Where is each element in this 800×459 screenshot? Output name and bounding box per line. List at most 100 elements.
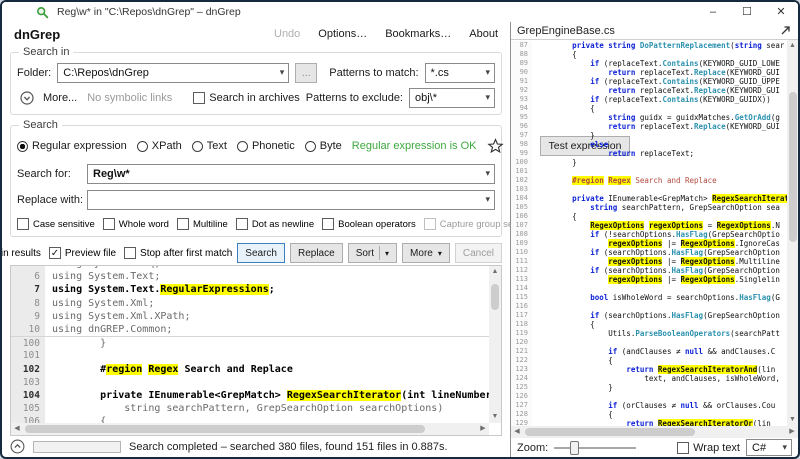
replace-with-combo[interactable]: ▾	[87, 190, 495, 210]
folder-combo[interactable]: C:\Repos\dnGrep▾	[57, 63, 289, 83]
scroll-down-icon[interactable]: ▼	[787, 414, 799, 426]
code-line: 123 return RegexSearchIteratorAnd(lin	[511, 365, 787, 374]
slider-thumb[interactable]	[570, 441, 579, 455]
scroll-left-icon[interactable]: ◀	[11, 423, 23, 435]
search-type-radio[interactable]: Byte	[305, 140, 342, 152]
status-text: Search completed – searched 380 files, f…	[129, 441, 448, 453]
code-line[interactable]: 101	[11, 349, 489, 362]
search-flag-checkbox[interactable]: Case sensitive	[17, 218, 95, 230]
search-flag-checkbox[interactable]: Multiline	[177, 218, 228, 230]
line-number: 109	[511, 239, 532, 248]
code-line[interactable]: 7using System.Text.RegularExpressions;	[11, 283, 489, 296]
code-line: 93 if (replaceText.Contains(KEYWORD_GUID…	[511, 95, 787, 104]
code-line[interactable]: 103	[11, 376, 489, 389]
code-line: 95 string guidx = guidxMatches.GetOrAdd(…	[511, 113, 787, 122]
line-number: 98	[511, 140, 532, 149]
actions-row: Search in results ✓Preview file Stop after…	[2, 241, 510, 265]
more-actions-button[interactable]: More▾	[402, 243, 450, 263]
expand-status-icon[interactable]	[10, 439, 25, 454]
more-label[interactable]: More...	[43, 92, 77, 104]
favorite-star-icon[interactable]	[487, 136, 504, 156]
code-line[interactable]: 104 private IEnumerable<GrepMatch> Regex…	[11, 389, 489, 402]
code-line[interactable]: 106 {	[11, 415, 489, 423]
code-line: 129 return RegexSearchIteratorOr(lin	[511, 419, 787, 426]
code-line: 97 }	[511, 131, 787, 140]
scrollbar-thumb[interactable]	[491, 284, 499, 310]
line-number: 101	[11, 349, 45, 362]
search-for-combo[interactable]: Reg\w*▾	[87, 164, 495, 184]
search-in-archives-checkbox[interactable]: Search in archives	[193, 92, 300, 104]
search-button[interactable]: Search	[237, 243, 285, 263]
line-number: 108	[511, 230, 532, 239]
scroll-left-icon[interactable]: ◀	[511, 426, 523, 438]
action-toggle-checkbox[interactable]: Stop after first match	[124, 247, 232, 259]
close-button[interactable]: ✕	[764, 2, 798, 22]
code-line: 88 {	[511, 50, 787, 59]
search-type-radio[interactable]: Phonetic	[237, 140, 295, 152]
line-number: 123	[511, 365, 532, 374]
radio-icon	[305, 141, 316, 152]
code-line: 114	[511, 284, 787, 293]
scroll-down-icon[interactable]: ▼	[489, 411, 501, 423]
code-line: 109 regexOptions |= RegexOptions.IgnoreC…	[511, 239, 787, 248]
code-line[interactable]: 105 string searchPattern, GrepSearchOpti…	[11, 402, 489, 415]
search-panel: dnGrep Undo Options… Bookmarks… About Se…	[2, 22, 510, 457]
scrollbar-thumb[interactable]	[525, 428, 695, 436]
replace-button[interactable]: Replace	[290, 243, 343, 263]
scroll-right-icon[interactable]: ▶	[786, 426, 798, 438]
zoom-slider[interactable]	[554, 441, 636, 455]
search-flag-checkbox[interactable]: Boolean operators	[322, 218, 416, 230]
wrap-text-checkbox[interactable]: Wrap text	[677, 442, 740, 454]
preview-vertical-scrollbar[interactable]: ▲ ▼	[787, 40, 798, 426]
code-line: 87 private string DoPatternReplacement(s…	[511, 41, 787, 50]
maximize-button[interactable]: ☐	[730, 2, 764, 22]
search-flag-checkbox[interactable]: Whole word	[103, 218, 169, 230]
sort-button[interactable]: Sort▾	[348, 243, 397, 263]
browse-folder-button[interactable]: ...	[295, 63, 317, 83]
patterns-exclude-combo[interactable]: obj\*▾	[409, 88, 495, 108]
search-type-radio[interactable]: Regular expression	[17, 140, 127, 152]
minimize-button[interactable]: –	[696, 2, 730, 22]
results-view: 5using System.Linq;6using System.Text;7u…	[10, 265, 502, 436]
line-number: 91	[511, 77, 532, 86]
menu-about[interactable]: About	[469, 28, 498, 40]
radio-icon	[192, 141, 203, 152]
code-line[interactable]: 10using dnGREP.Common;	[11, 323, 489, 336]
search-type-radio[interactable]: XPath	[137, 140, 182, 152]
menu-bookmarks[interactable]: Bookmarks…	[385, 28, 451, 40]
preview-horizontal-scrollbar[interactable]: ◀ ▶	[511, 426, 798, 438]
results-vertical-scrollbar[interactable]: ▲ ▼	[489, 266, 501, 423]
line-number: 95	[511, 113, 532, 122]
preview-code-body: 87 private string DoPatternReplacement(s…	[511, 41, 787, 426]
chevron-down-icon: ▾	[485, 92, 490, 103]
popout-window-icon[interactable]	[779, 24, 792, 37]
scroll-right-icon[interactable]: ▶	[477, 423, 489, 435]
scrollbar-thumb[interactable]	[25, 425, 425, 433]
search-type-radio[interactable]: Text	[192, 140, 227, 152]
menu-options[interactable]: Options…	[318, 28, 367, 40]
more-expander-icon[interactable]	[17, 88, 37, 108]
preview-file-name: GrepEngineBase.cs	[517, 25, 615, 37]
line-number: 100	[11, 337, 45, 349]
code-line[interactable]: 8using System.Xml;	[11, 297, 489, 310]
code-line[interactable]: 100 }	[11, 336, 489, 349]
code-line: 119 Utils.ParseBooleanOperators(searchPa…	[511, 329, 787, 338]
preview-bottom-bar: Zoom: Wrap text C#▾	[511, 438, 798, 457]
code-line: 107 RegexOptions regexOptions = RegexOpt…	[511, 221, 787, 230]
action-toggle-checkbox[interactable]: ✓Preview file	[49, 247, 116, 259]
scrollbar-thumb[interactable]	[789, 92, 797, 242]
code-line[interactable]: 6using System.Text;	[11, 270, 489, 283]
checkbox-icon	[424, 218, 436, 230]
code-line[interactable]: 9using System.Xml.XPath;	[11, 310, 489, 323]
line-number: 128	[511, 410, 532, 419]
line-number: 99	[511, 149, 532, 158]
scroll-up-icon[interactable]: ▲	[489, 266, 501, 278]
scroll-up-icon[interactable]: ▲	[787, 40, 799, 52]
patterns-match-combo[interactable]: *.cs▾	[425, 63, 495, 83]
code-line[interactable]: 102 #region Regex Search and Replace	[11, 363, 489, 376]
action-toggle-checkbox[interactable]: Search in results	[2, 247, 41, 259]
search-flag-checkbox[interactable]: Dot as newline	[236, 218, 314, 230]
line-number: 88	[511, 50, 532, 59]
results-horizontal-scrollbar[interactable]: ◀ ▶	[11, 423, 489, 435]
syntax-combo[interactable]: C#▾	[746, 439, 792, 456]
